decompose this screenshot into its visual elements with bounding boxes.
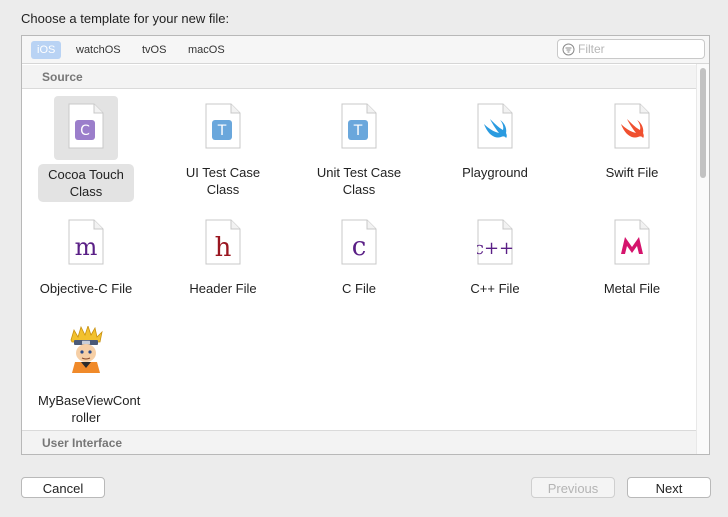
filter-field[interactable] <box>557 39 705 59</box>
svg-text:c++: c++ <box>477 238 513 259</box>
svg-text:c: c <box>352 232 367 262</box>
template-objective-c-file[interactable]: m Objective-C File <box>38 212 134 302</box>
scrollbar-thumb[interactable] <box>700 68 706 178</box>
custom-template-avatar-icon <box>70 326 103 373</box>
section-header-source: Source <box>22 65 698 89</box>
next-button[interactable]: Next <box>627 477 711 498</box>
template-c-file[interactable]: c C File <box>311 212 407 302</box>
svg-text:T: T <box>353 123 363 139</box>
metal-file-icon <box>614 219 650 265</box>
platform-tab-bar: iOS watchOS tvOS macOS <box>22 36 709 64</box>
svg-text:m: m <box>75 233 98 261</box>
template-label: UI Test Case Class <box>185 165 261 197</box>
template-label: Metal File <box>603 281 661 296</box>
cocoa-touch-class-icon: C <box>68 103 104 149</box>
template-label: Objective-C File <box>39 281 133 296</box>
template-header-file[interactable]: h Header File <box>175 212 271 302</box>
section-header-user-interface: User Interface <box>22 430 698 454</box>
dialog-prompt: Choose a template for your new file: <box>21 11 230 26</box>
template-unit-test-case-class[interactable]: T Unit Test Case Class <box>311 96 407 204</box>
cpp-file-icon: c++ <box>477 219 513 265</box>
template-label: Swift File <box>605 165 659 180</box>
template-label: Header File <box>189 281 257 296</box>
template-playground[interactable]: Playground <box>447 96 543 204</box>
previous-button[interactable]: Previous <box>531 477 615 498</box>
template-metal-file[interactable]: Metal File <box>584 212 680 302</box>
template-swift-file[interactable]: Swift File <box>584 96 680 204</box>
tab-ios[interactable]: iOS <box>31 41 62 59</box>
template-cpp-file[interactable]: c++ C++ File <box>447 212 543 302</box>
c-file-icon: c <box>341 219 377 265</box>
ui-test-case-icon: T <box>205 103 241 149</box>
svg-text:C: C <box>80 123 90 139</box>
filter-input[interactable] <box>578 41 698 57</box>
swift-file-icon <box>614 103 650 149</box>
template-cocoa-touch-class[interactable]: C Cocoa Touch Class <box>38 96 134 204</box>
objective-c-file-icon: m <box>68 219 104 265</box>
template-label: C++ File <box>470 281 520 296</box>
template-mybaseviewcontroller[interactable]: MyBaseViewCont roller <box>38 322 140 425</box>
template-list-scrollbar[interactable] <box>696 64 709 454</box>
filter-icon <box>562 43 575 56</box>
header-file-icon: h <box>205 219 241 265</box>
tab-tvos[interactable]: tvOS <box>136 41 172 59</box>
template-label: Cocoa Touch Class <box>38 164 134 202</box>
template-label: C File <box>342 281 376 296</box>
template-chooser-panel: iOS watchOS tvOS macOS Source C Cocoa To… <box>21 35 710 455</box>
tab-macos[interactable]: macOS <box>182 41 231 59</box>
tab-watchos[interactable]: watchOS <box>70 41 127 59</box>
swift-playground-icon <box>477 103 513 149</box>
svg-text:h: h <box>215 233 232 263</box>
cancel-button[interactable]: Cancel <box>21 477 105 498</box>
template-label: MyBaseViewCont roller <box>38 393 141 425</box>
svg-text:T: T <box>217 123 227 139</box>
unit-test-case-icon: T <box>341 103 377 149</box>
template-label: Unit Test Case Class <box>316 165 402 197</box>
template-label: Playground <box>462 165 528 180</box>
template-ui-test-case-class[interactable]: T UI Test Case Class <box>175 96 271 204</box>
